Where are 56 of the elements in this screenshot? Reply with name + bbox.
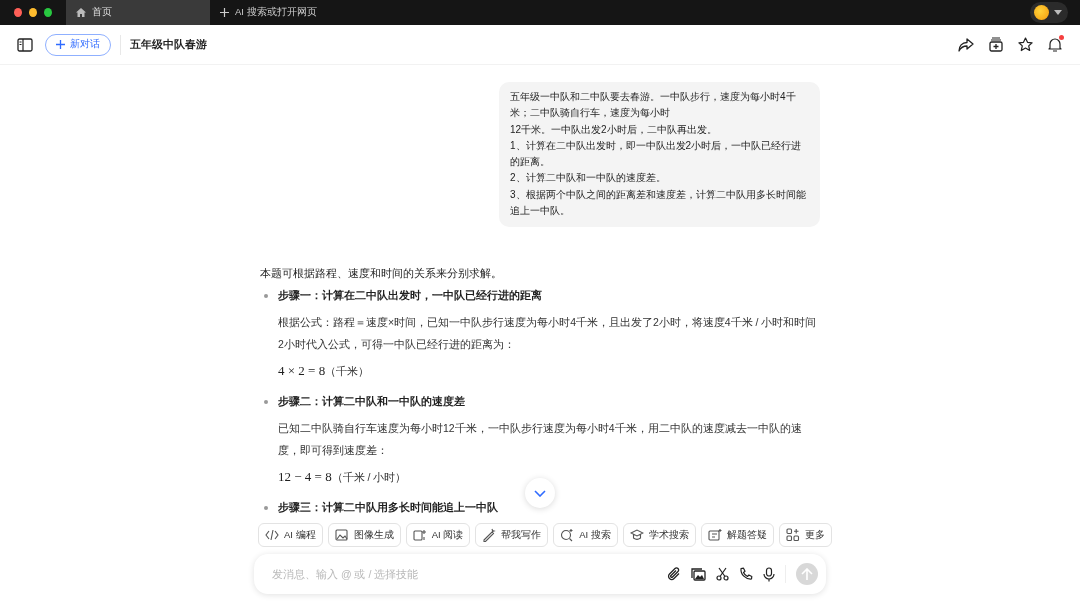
- unit-text: （千米 / 小时）: [331, 471, 407, 486]
- skill-chip[interactable]: AI 编程: [258, 523, 323, 547]
- formula: 4 × 2 = 8: [278, 363, 326, 380]
- user-message-bubble: 五年级一中队和二中队要去春游。一中队步行，速度为每小时4千米；二中队骑自行车，速度为每小时 12千米。一中队出发2小时后，二中队再出发。 1、计算在二中队出发时，即一中队出发2小时后，一中队已经行进的距离。 2、计算二中队和一中队的速度差。 3、根据两个中队之间的距离差和速度差，计算二中队用多长时间能追上一中队。: [499, 82, 820, 228]
- step-heading: 步骤三：计算二中队用多长时间能追上一中队: [278, 501, 498, 516]
- caret-icon: [1054, 10, 1062, 15]
- message-input-field[interactable]: 发消息、输入 @ 或 / 选择技能: [270, 567, 667, 581]
- browser-tab[interactable]: AI 搜索或打开网页: [210, 0, 354, 25]
- account-button[interactable]: [1030, 2, 1068, 23]
- graduation-cap-icon: [629, 528, 644, 542]
- microphone-icon[interactable]: [763, 566, 775, 582]
- new-chat-button[interactable]: 新对话: [45, 33, 111, 56]
- skill-chip[interactable]: 解题答疑: [700, 523, 774, 547]
- scissors-icon[interactable]: [716, 567, 729, 581]
- note-icon: [707, 528, 722, 542]
- skill-chip[interactable]: AI 搜索: [553, 523, 618, 547]
- answer-text: 本题可根据路程、速度和时间的关系来分别求解。: [260, 266, 503, 282]
- bullet-icon: [264, 400, 268, 405]
- chevron-down-icon: [534, 489, 546, 497]
- step-heading: 步骤一：计算在二中队出发时，一中队已经行进的距离: [278, 289, 542, 304]
- step-text: 根据公式：路程＝速度×时间，已知一中队步行速度为每小时4千米，且出发了2小时，将速度4千米 / 小时和时间2小时代入公式，可得一中队已经行进的距离为：: [278, 315, 818, 353]
- bullet-icon: [264, 506, 268, 511]
- notification-bell-icon[interactable]: [1048, 37, 1062, 52]
- skill-chip[interactable]: 学术搜索: [622, 523, 696, 547]
- images-icon[interactable]: [691, 567, 706, 581]
- add-to-box-icon[interactable]: [989, 37, 1003, 52]
- unit-text: （千米）: [325, 365, 370, 380]
- image-icon: [334, 528, 349, 542]
- document-icon: [412, 528, 427, 542]
- plus-icon: [220, 8, 229, 17]
- bullet-icon: [264, 294, 268, 299]
- conversation-title: 五年级中队春游: [130, 37, 207, 52]
- close-dot[interactable]: [14, 8, 22, 17]
- browser-tab[interactable]: 首页: [66, 0, 210, 25]
- sidebar-toggle-icon[interactable]: [17, 37, 33, 52]
- step-text: 已知二中队骑自行车速度为每小时12千米，一中队步行速度为每小时4千米，用二中队的速度减去一中队的速度，即可得到速度差：: [278, 421, 803, 459]
- arrow-up-icon: [801, 567, 813, 581]
- skill-chip[interactable]: 图像生成: [327, 523, 401, 547]
- minimize-dot[interactable]: [29, 8, 37, 17]
- step-heading: 步骤二：计算二中队和一中队的速度差: [278, 395, 465, 410]
- maximize-dot[interactable]: [44, 8, 52, 17]
- formula: 12 − 4 = 8: [278, 469, 332, 486]
- skill-chip[interactable]: 更多: [778, 523, 832, 547]
- search-icon: [560, 528, 575, 542]
- avatar-icon: [1034, 5, 1049, 20]
- plus-icon: [56, 40, 65, 49]
- home-icon: [76, 8, 86, 17]
- grid-icon: [785, 528, 800, 542]
- paperclip-icon[interactable]: [667, 567, 681, 581]
- phone-icon[interactable]: [739, 567, 753, 581]
- share-icon[interactable]: [958, 37, 974, 52]
- skill-chip[interactable]: 帮我写作: [475, 523, 549, 547]
- star-icon[interactable]: [1018, 37, 1033, 52]
- pen-icon: [482, 528, 497, 542]
- skill-chip[interactable]: AI 阅读: [405, 523, 471, 547]
- code-icon: [265, 528, 279, 542]
